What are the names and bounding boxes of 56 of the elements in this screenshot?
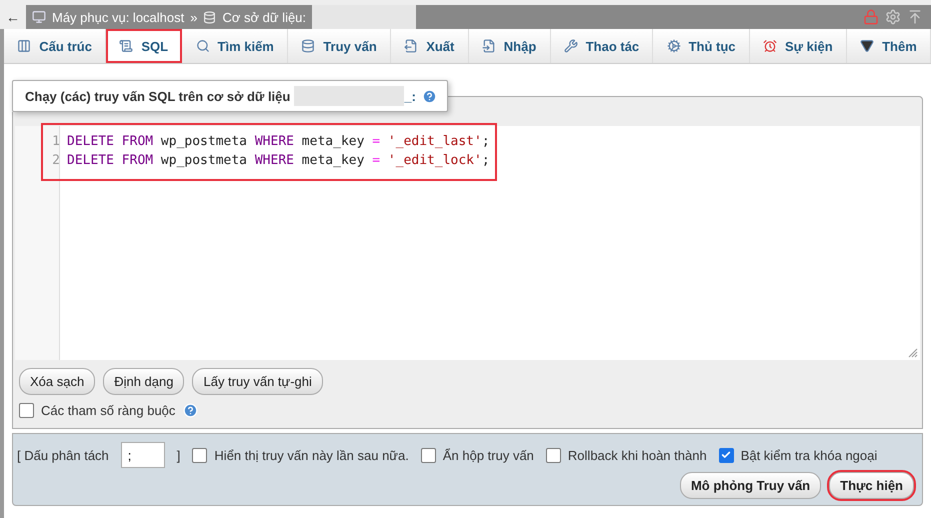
server-icon <box>32 10 46 24</box>
delimiter-bracket: ] <box>176 448 180 462</box>
tab[interactable]: Nhập <box>468 29 550 63</box>
database-icon <box>203 10 216 24</box>
editor-button[interactable]: Lấy truy vấn tự-ghi <box>192 368 323 395</box>
scroll-icon <box>119 39 134 53</box>
tab[interactable]: Tìm kiếm <box>182 29 288 63</box>
code-line: DELETE FROM wp_postmeta WHERE meta_key = '_edit_lock'; <box>66 153 490 168</box>
checkbox-option[interactable]: Hiển thị truy vấn này lần sau nữa. <box>192 448 409 462</box>
wrench-icon <box>564 39 578 53</box>
submit-button[interactable]: Mô phỏng Truy vấn <box>680 472 822 499</box>
server-link[interactable]: Máy phục vụ: localhost <box>52 10 184 24</box>
code-line: DELETE FROM wp_postmeta WHERE meta_key = '_edit_last'; <box>66 134 490 149</box>
tab[interactable]: SQL <box>106 29 182 63</box>
editor-button[interactable]: Định dạng <box>103 368 184 395</box>
database-icon <box>301 39 316 53</box>
checkbox-option[interactable]: Rollback khi hoàn thành <box>546 448 707 462</box>
tab[interactable]: Sự kiện <box>750 29 847 63</box>
help-icon[interactable] <box>422 88 437 104</box>
editor-button[interactable]: Xóa sạch <box>19 368 96 395</box>
line-number: 2 <box>51 153 61 168</box>
checkbox[interactable] <box>192 448 208 462</box>
submit-button[interactable]: Thực hiện <box>829 472 914 499</box>
sql-editor[interactable]: 1 DELETE FROM wp_postmeta WHERE meta_key = '_edit_last'; 2 DELETE FROM wp_postmeta WHERE meta_key = '_edit_lock'; <box>15 126 920 360</box>
delimiter-field[interactable]: ; <box>120 442 165 468</box>
gears-icon <box>666 39 681 53</box>
file-arrow-icon <box>482 39 496 53</box>
help-icon[interactable] <box>183 403 198 418</box>
tab[interactable]: Thao tác <box>550 29 654 63</box>
check-icon <box>721 450 732 460</box>
file-arrow-icon <box>404 39 418 53</box>
checkbox-option[interactable]: Ẩn hộp truy vấn <box>420 448 534 462</box>
checkbox-option[interactable]: Bật kiểm tra khóa ngoại <box>718 448 878 462</box>
delimiter-label: [ Dấu phân tách <box>17 448 109 462</box>
legend-title: Chạy (các) truy vấn SQL trên cơ sở dữ liệu <box>25 88 290 104</box>
tab[interactable]: Thủ tục <box>653 29 750 63</box>
checkbox[interactable] <box>546 448 561 462</box>
settings-icon[interactable] <box>885 9 901 25</box>
tab[interactable]: Truy vấn <box>288 29 391 63</box>
caret-icon <box>860 39 874 53</box>
breadcrumb-separator: » <box>190 10 198 24</box>
line-number: 1 <box>51 134 61 149</box>
collapse-icon[interactable] <box>907 9 923 25</box>
clock-icon <box>762 39 777 53</box>
back-button[interactable]: ← <box>0 5 26 29</box>
checkbox-option[interactable]: Các tham số ràng buộc <box>19 403 176 418</box>
resize-handle-icon[interactable] <box>908 348 918 358</box>
database-link[interactable]: Cơ sở dữ liệu: <box>222 10 306 24</box>
checkbox[interactable] <box>718 448 734 462</box>
tab[interactable]: Thêm <box>846 29 931 63</box>
columns-icon <box>17 39 32 53</box>
tab[interactable]: Xuất <box>390 29 469 63</box>
legend-suffix: _: <box>404 88 416 104</box>
search-icon <box>196 39 210 53</box>
checkbox[interactable] <box>420 448 436 462</box>
checkbox[interactable] <box>19 403 34 418</box>
